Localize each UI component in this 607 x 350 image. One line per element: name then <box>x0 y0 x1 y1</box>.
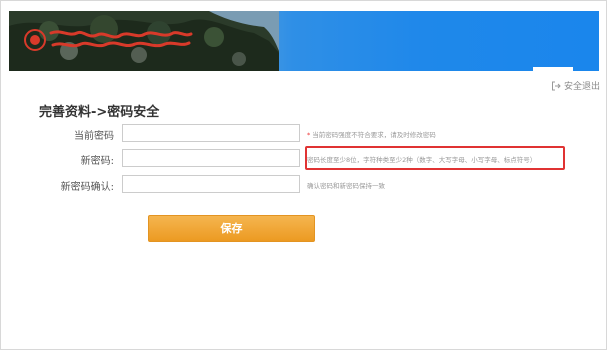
current-password-row: 当前密码 * 当前密码强度不符合要求，请及时修改密码 <box>1 124 607 144</box>
banner-tab-indicator <box>533 67 573 71</box>
new-password-label: 新密码: <box>80 156 114 167</box>
current-password-label: 当前密码 <box>74 131 114 142</box>
school-logo <box>24 29 193 51</box>
confirm-password-row: 新密码确认: 确认密码和新密码保持一致 <box>1 175 607 195</box>
required-star: * <box>307 131 311 139</box>
logout-link[interactable]: 安全退出 <box>551 79 600 92</box>
confirm-password-input[interactable] <box>122 175 300 193</box>
current-password-input[interactable] <box>122 124 300 142</box>
save-button[interactable]: 保存 <box>148 215 315 242</box>
logout-icon <box>551 81 561 90</box>
new-password-input[interactable] <box>122 149 300 167</box>
confirm-password-label: 新密码确认: <box>60 182 114 193</box>
confirm-password-hint: 确认密码和新密码保持一致 <box>307 182 385 190</box>
password-rule-highlight-box <box>305 146 565 170</box>
current-password-hint: * 当前密码强度不符合要求，请及时修改密码 <box>307 129 436 139</box>
page-frame: 安全退出 完善资料->密码安全 当前密码 * 当前密码强度不符合要求，请及时修改密… <box>0 0 607 350</box>
page-title: 完善资料->密码安全 <box>39 105 160 120</box>
current-password-hint-text: 当前密码强度不符合要求，请及时修改密码 <box>312 131 436 139</box>
header-banner <box>9 11 599 71</box>
logout-label: 安全退出 <box>563 82 600 92</box>
